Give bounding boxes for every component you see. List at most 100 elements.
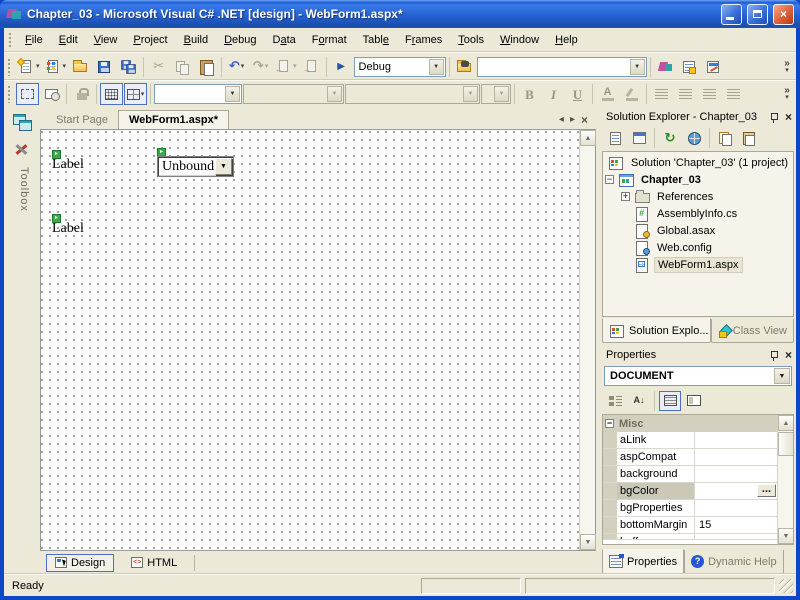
menu-debug[interactable]: Debug <box>216 30 264 50</box>
menu-table[interactable]: Table <box>355 30 397 50</box>
toolbar-overflow-button[interactable]: »▾ <box>780 87 794 101</box>
view-code-button[interactable] <box>604 128 626 148</box>
tab-solution-explorer[interactable]: Solution Explo... <box>602 318 711 343</box>
tree-item-webform1[interactable]: WebForm1.aspx <box>634 256 743 273</box>
menu-file[interactable]: File <box>17 30 51 50</box>
alphabetical-button[interactable]: A↓ <box>628 391 650 411</box>
label-control-2[interactable]: Label <box>52 222 84 236</box>
panel-close-button[interactable]: × <box>785 111 792 123</box>
new-project-button[interactable]: ▾ <box>16 56 42 78</box>
align-justify-button[interactable] <box>722 83 745 105</box>
dropdownlist-control[interactable]: Unbound ▼ <box>157 156 234 177</box>
solution-explorer-header[interactable]: Solution Explorer - Chapter_03 × <box>600 108 796 126</box>
label-control-1[interactable]: Label <box>52 158 84 172</box>
show-all-files-button[interactable] <box>714 128 736 148</box>
tree-item-project[interactable]: − Chapter_03 <box>605 171 704 188</box>
maximize-button[interactable] <box>747 4 768 25</box>
design-surface[interactable]: ▸ Label ▸ Unbound ▼ ▸ Label ▲ ▼ <box>40 129 596 551</box>
property-value[interactable]: ... <box>695 483 777 499</box>
toolbar-grip[interactable] <box>7 58 12 76</box>
tab-dynamic-help[interactable]: ?Dynamic Help <box>684 550 783 574</box>
categorized-button[interactable] <box>604 391 626 411</box>
properties-button[interactable] <box>738 128 760 148</box>
menu-help[interactable]: Help <box>547 30 586 50</box>
undo-button[interactable]: ↶▾ <box>225 56 248 78</box>
open-file-button[interactable] <box>69 56 92 78</box>
properties-header[interactable]: Properties × <box>600 346 796 364</box>
align-left-button[interactable] <box>650 83 673 105</box>
toolbar-overflow-button[interactable]: »▾ <box>780 60 794 74</box>
redo-dropdown[interactable]: ▾ <box>265 63 269 70</box>
minimize-button[interactable] <box>721 4 742 25</box>
color-picker-button[interactable]: ... <box>757 484 776 497</box>
combo-arrow-button[interactable]: ▼ <box>327 86 342 102</box>
navigate-back-button[interactable]: ←▾ <box>273 56 299 78</box>
font-color-button[interactable]: A <box>596 83 619 105</box>
align-right-button[interactable] <box>698 83 721 105</box>
menu-window[interactable]: Window <box>492 30 547 50</box>
font-name-combo[interactable]: ▼ <box>243 84 344 104</box>
toolbar-grip[interactable] <box>7 85 12 103</box>
save-all-button[interactable] <box>117 56 140 78</box>
tree-item-assemblyinfo[interactable]: # AssemblyInfo.cs <box>634 205 740 222</box>
add-item-dropdown[interactable]: ▾ <box>63 63 67 70</box>
scroll-up-button[interactable]: ▲ <box>778 415 794 431</box>
menu-data[interactable]: Data <box>265 30 304 50</box>
property-pages-button[interactable] <box>683 391 705 411</box>
property-value[interactable] <box>695 466 777 482</box>
close-button[interactable]: × <box>773 4 794 25</box>
toolbox-tab-label[interactable]: Toolbox <box>14 167 30 212</box>
add-item-button[interactable]: ▾ <box>43 56 69 78</box>
property-row-bottommargin[interactable]: bottomMargin 15 <box>603 517 777 534</box>
scroll-up-button[interactable]: ▲ <box>580 130 596 146</box>
bold-button[interactable]: B <box>518 83 541 105</box>
property-row-background[interactable]: background <box>603 466 777 483</box>
find-in-files-button[interactable] <box>453 56 476 78</box>
navigate-forward-button[interactable]: → <box>300 56 323 78</box>
tab-design-view[interactable]: Design <box>46 554 114 572</box>
font-size-combo[interactable]: ▼ <box>481 84 511 104</box>
pin-icon[interactable] <box>768 350 779 361</box>
lock-elements-button[interactable] <box>70 83 93 105</box>
category-collapse-expander[interactable]: − <box>605 419 614 428</box>
tab-scroll-left-button[interactable]: ◂ <box>559 115 564 125</box>
menu-tools[interactable]: Tools <box>450 30 492 50</box>
tab-webform1[interactable]: WebForm1.aspx* <box>118 110 229 129</box>
combo-arrow-button[interactable]: ▼ <box>774 368 790 384</box>
select-elements-button[interactable] <box>16 83 39 105</box>
combo-arrow-button[interactable]: ▼ <box>225 86 240 102</box>
scroll-down-button[interactable]: ▼ <box>580 534 596 550</box>
combo-arrow-button[interactable]: ▼ <box>494 86 509 102</box>
menu-format[interactable]: Format <box>304 30 355 50</box>
dropdownlist-arrow-button[interactable]: ▼ <box>215 158 232 175</box>
design-vertical-scrollbar[interactable]: ▲ ▼ <box>579 130 595 550</box>
property-value[interactable] <box>695 449 777 465</box>
align-center-button[interactable] <box>674 83 697 105</box>
paste-button[interactable] <box>195 56 218 78</box>
solution-explorer-button[interactable] <box>654 56 677 78</box>
combo-arrow-button[interactable]: ▼ <box>630 59 645 75</box>
view-designer-button[interactable] <box>628 128 650 148</box>
combo-arrow-button[interactable]: ▼ <box>429 59 444 75</box>
property-row-clipped[interactable]: buffer <box>603 534 777 540</box>
debug-config-combo[interactable]: Debug▼ <box>354 57 446 77</box>
menu-build[interactable]: Build <box>176 30 216 50</box>
find-combo[interactable]: ▼ <box>477 57 647 77</box>
tree-item-global-asax[interactable]: Global.asax <box>634 222 718 239</box>
tab-html-view[interactable]: <>HTML <box>122 554 186 572</box>
toolbox-window-button[interactable] <box>702 56 725 78</box>
copy-button[interactable] <box>171 56 194 78</box>
object-selector-combo[interactable]: DOCUMENT ▼ <box>604 366 792 386</box>
tab-start-page[interactable]: Start Page <box>46 111 118 129</box>
collapse-expander[interactable]: − <box>605 175 614 184</box>
snap-to-grid-button[interactable]: ▾ <box>124 83 147 105</box>
scroll-thumb[interactable] <box>778 432 794 456</box>
highlight-button[interactable] <box>620 83 643 105</box>
property-value[interactable] <box>695 500 777 516</box>
menu-frames[interactable]: Frames <box>397 30 450 50</box>
property-value[interactable] <box>695 432 777 448</box>
combo-arrow-button[interactable]: ▼ <box>463 86 478 102</box>
properties-view-button[interactable] <box>659 391 681 411</box>
pin-icon[interactable] <box>768 112 779 123</box>
property-row-aspcompat[interactable]: aspCompat <box>603 449 777 466</box>
